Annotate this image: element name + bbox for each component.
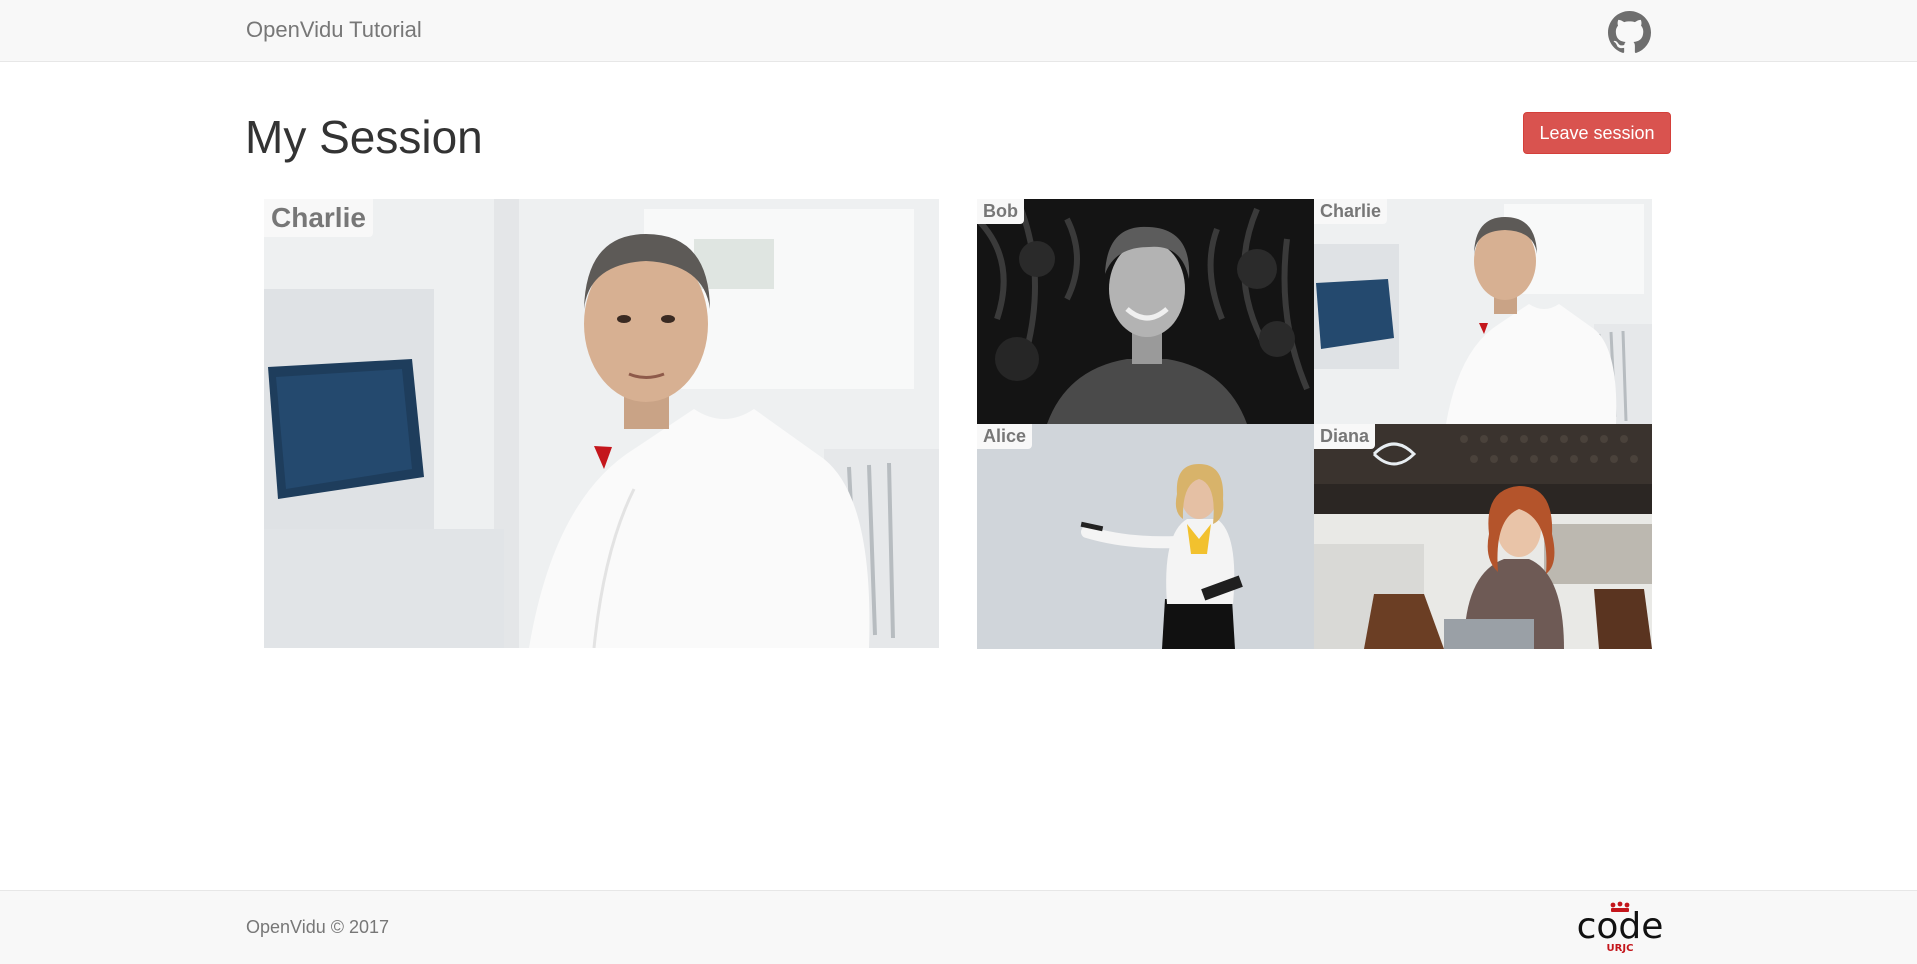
navbar: OpenVidu Tutorial <box>0 0 1917 62</box>
session-title: My Session <box>245 111 483 163</box>
participant-video-image <box>1314 424 1652 649</box>
participant-video-alice[interactable]: Alice <box>977 424 1314 649</box>
footer: OpenVidu © 2017 code URJC <box>0 890 1917 964</box>
github-icon[interactable] <box>1608 11 1651 54</box>
participant-video-image <box>977 424 1314 649</box>
participant-name-label: Bob <box>977 199 1024 224</box>
participant-name-label: Charlie <box>1314 199 1388 224</box>
participant-video-charlie[interactable]: Charlie <box>1314 199 1652 424</box>
participant-name-label: Alice <box>977 424 1033 449</box>
participant-name-label: Charlie <box>264 199 373 237</box>
logo-text: code <box>1577 906 1664 947</box>
leave-session-button[interactable]: Leave session <box>1523 112 1671 154</box>
logo-subtext: URJC <box>1607 943 1634 954</box>
participant-name-label: Diana <box>1314 424 1376 449</box>
participant-video-bob[interactable]: Bob <box>977 199 1314 424</box>
participant-video-image <box>1314 199 1652 424</box>
footer-copyright: OpenVidu © 2017 <box>246 917 390 937</box>
participant-video-image <box>977 199 1314 424</box>
brand-link[interactable]: OpenVidu Tutorial <box>246 17 422 43</box>
code-urjc-logo[interactable]: code URJC <box>1576 901 1664 955</box>
main-video[interactable]: Charlie <box>264 199 939 648</box>
main-video-image <box>264 199 939 648</box>
participant-video-diana[interactable]: Diana <box>1314 424 1652 649</box>
